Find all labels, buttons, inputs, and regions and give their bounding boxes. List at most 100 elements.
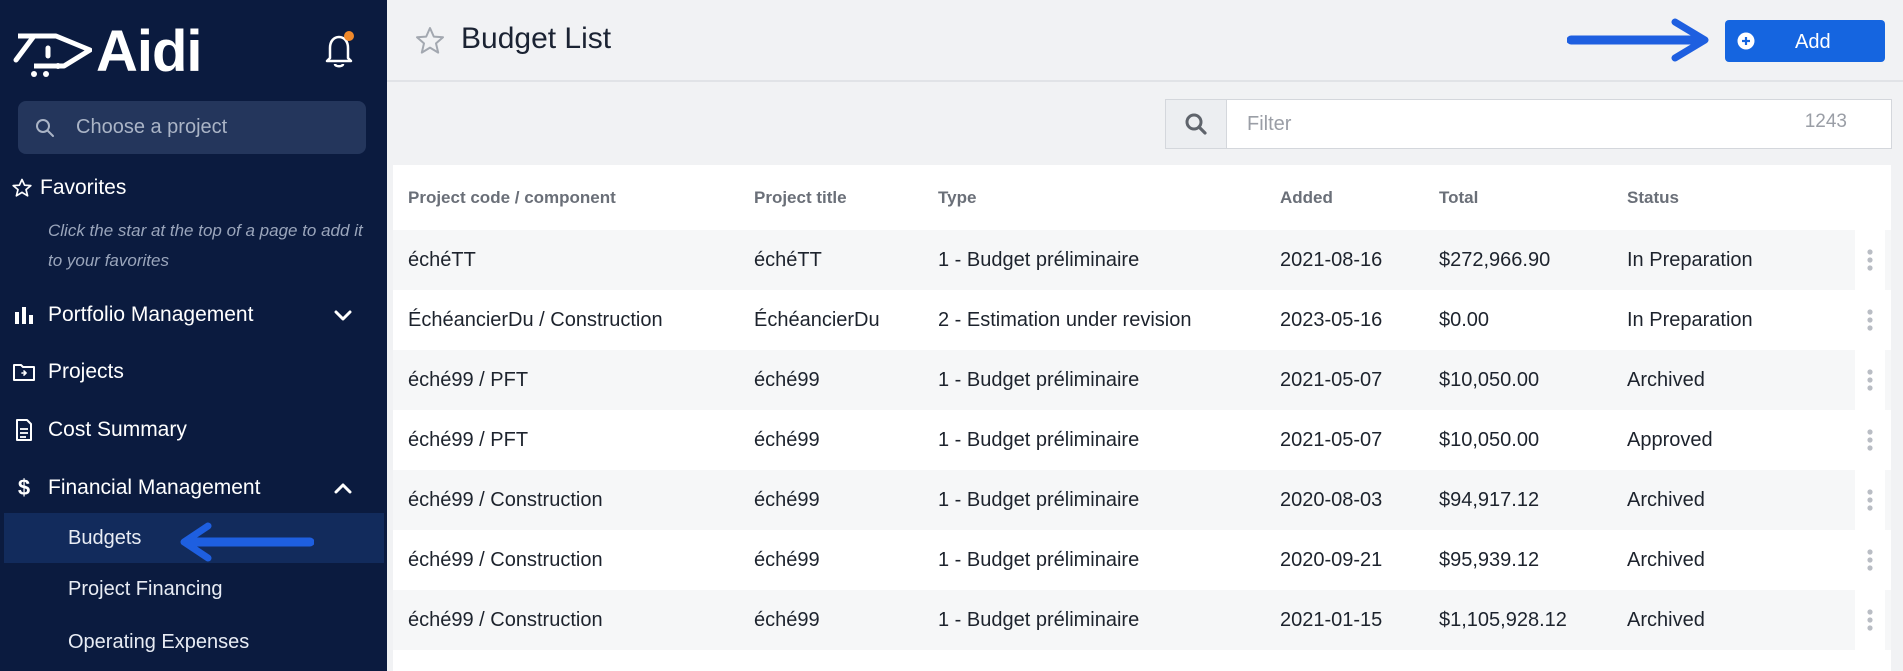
table-header-row: Project code / component Project title T…	[393, 165, 1891, 230]
cell-total: $1,105,928.12	[1424, 590, 1612, 650]
chevron-up-icon[interactable]	[334, 478, 352, 498]
page-title: Budget List	[461, 22, 612, 55]
star-outline-icon	[12, 178, 32, 197]
cell-project-code: échéTT	[393, 230, 739, 290]
table-row[interactable]: éché99 / Construction éché99 1 - Budget pr…	[393, 530, 1891, 590]
add-budget-button[interactable]: Add	[1725, 20, 1885, 62]
cell-added: 2021-05-07	[1265, 350, 1424, 410]
filter-bar: 1243	[1165, 99, 1892, 149]
cell-added: 2021-05-07	[1265, 410, 1424, 470]
favorites-title: Favorites	[40, 176, 127, 199]
cell-added: 2023-05-16	[1265, 290, 1424, 350]
cell-status: Archived	[1612, 530, 1851, 590]
column-header-status[interactable]: Status	[1612, 165, 1851, 230]
row-actions-cell	[1851, 350, 1891, 410]
more-vertical-icon	[1867, 609, 1873, 631]
sidebar-item-label: Projects	[48, 360, 124, 383]
sidebar-item-label: Portfolio Management	[48, 303, 254, 326]
sidebar-item-cost-summary[interactable]: Cost Summary	[12, 410, 372, 450]
sidebar-subitem-label: Budgets	[68, 526, 142, 549]
column-header-added[interactable]: Added	[1265, 165, 1424, 230]
app-name: Aidi	[96, 19, 203, 84]
cell-project-code: ÉchéancierDu / Construction	[393, 290, 739, 350]
row-menu-button[interactable]	[1855, 590, 1885, 650]
table-row[interactable]: ÉchéancierDu / Construction ÉchéancierDu 2…	[393, 290, 1891, 350]
table-row[interactable]: échéTT échéTT 1 - Budget préliminaire 2021-…	[393, 230, 1891, 290]
column-header-project-code[interactable]: Project code / component	[393, 165, 739, 230]
cell-type: 2 - Estimation under revision	[923, 290, 1265, 350]
cell-project-title: échéTT	[739, 230, 923, 290]
filter-field[interactable]: 1243	[1227, 99, 1892, 149]
project-search-input[interactable]	[74, 115, 348, 140]
search-icon	[1185, 113, 1207, 135]
chevron-down-icon[interactable]	[334, 305, 352, 325]
plus-circle-icon	[1737, 32, 1755, 50]
column-header-type[interactable]: Type	[923, 165, 1265, 230]
row-menu-button[interactable]	[1855, 290, 1885, 350]
cell-total: $94,917.12	[1424, 470, 1612, 530]
sidebar-item-projects[interactable]: Projects	[12, 352, 372, 392]
table-row[interactable]: éché99 / PFT éché99 1 - Budget préliminair…	[393, 410, 1891, 470]
bell-icon	[325, 31, 354, 68]
row-menu-button[interactable]	[1855, 230, 1885, 290]
table-row[interactable]: éché99 / PFT éché99 1 - Budget préliminair…	[393, 350, 1891, 410]
cell-type: 1 - Budget préliminaire	[923, 410, 1265, 470]
sidebar-item-portfolio-management[interactable]: Portfolio Management	[12, 295, 372, 335]
sidebar-subitem-operating-expenses[interactable]: Operating Expenses	[0, 617, 384, 667]
sidebar-item-label: Financial Management	[48, 476, 261, 499]
cell-type: 1 - Budget préliminaire	[923, 530, 1265, 590]
row-menu-button[interactable]	[1855, 410, 1885, 470]
add-button-label: Add	[1795, 31, 1831, 53]
table-row[interactable]: éché99 / Construction éché99 1 - Budget pr…	[393, 470, 1891, 530]
sidebar-item-financial-management[interactable]: $ Financial Management	[12, 468, 372, 508]
row-menu-button[interactable]	[1855, 530, 1885, 590]
favorite-star-icon[interactable]	[415, 26, 445, 56]
row-actions-cell	[1851, 290, 1891, 350]
cell-type: 1 - Budget préliminaire	[923, 350, 1265, 410]
cell-project-code: éché99 / PFT	[393, 410, 739, 470]
cell-total: $10,050.00	[1424, 350, 1612, 410]
cell-total: $10,050.00	[1424, 410, 1612, 470]
more-vertical-icon	[1867, 549, 1873, 571]
cell-added: 2020-08-03	[1265, 470, 1424, 530]
favorites-heading: Favorites	[12, 176, 126, 200]
cell-status: Approved	[1612, 410, 1851, 470]
annotation-arrow-left	[180, 522, 314, 562]
row-menu-button[interactable]	[1855, 350, 1885, 410]
filter-search-button[interactable]	[1165, 99, 1227, 149]
row-actions-cell	[1851, 230, 1891, 290]
favorites-hint: Click the star at the top of a page to a…	[48, 221, 363, 270]
column-header-actions	[1851, 165, 1891, 230]
search-icon	[36, 118, 54, 137]
column-header-total[interactable]: Total	[1424, 165, 1612, 230]
row-actions-cell	[1851, 590, 1891, 650]
cell-status: In Preparation	[1612, 230, 1851, 290]
row-actions-cell	[1851, 470, 1891, 530]
cell-total: $272,966.90	[1424, 230, 1612, 290]
notifications-button[interactable]	[322, 30, 356, 70]
sidebar-subitem-label: Project Financing	[68, 577, 223, 600]
document-icon	[16, 419, 32, 441]
logo-mark-icon	[13, 33, 92, 77]
cell-project-code: éché99 / Construction	[393, 530, 739, 590]
project-search[interactable]	[18, 101, 366, 154]
sidebar-subitem-project-financing[interactable]: Project Financing	[0, 564, 384, 614]
cell-project-title: éché99	[739, 350, 923, 410]
table-row[interactable]: éché99 / Construction éché99 1 - Budget pr…	[393, 590, 1891, 650]
app-logo[interactable]: Aidi	[12, 19, 203, 84]
row-menu-button[interactable]	[1855, 470, 1885, 530]
cell-project-title: éché99	[739, 410, 923, 470]
cell-total: $0.00	[1424, 290, 1612, 350]
bar-chart-icon	[15, 307, 33, 324]
cell-type: 1 - Budget préliminaire	[923, 470, 1265, 530]
sidebar: Aidi Favorites Click the star at the top…	[0, 0, 387, 671]
filter-input[interactable]	[1245, 111, 1649, 137]
cell-status: Archived	[1612, 590, 1851, 650]
column-header-project-title[interactable]: Project title	[739, 165, 923, 230]
cell-status: In Preparation	[1612, 290, 1851, 350]
folder-icon	[13, 364, 35, 381]
more-vertical-icon	[1867, 429, 1873, 451]
more-vertical-icon	[1867, 309, 1873, 331]
annotation-arrow-right	[1567, 18, 1709, 62]
cell-project-title: éché99	[739, 470, 923, 530]
